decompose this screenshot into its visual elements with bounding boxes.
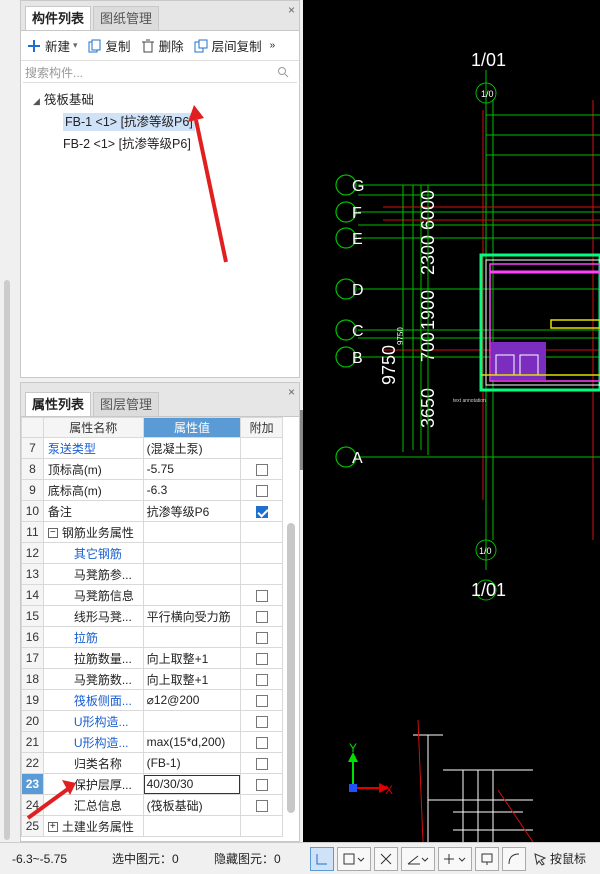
offset-toggle[interactable] <box>438 846 472 871</box>
elevation-range: -6.3~-5.75 <box>12 851 68 866</box>
offset-icon <box>444 853 466 864</box>
cross-icon <box>380 853 392 864</box>
display-icon <box>481 853 493 865</box>
arc-icon <box>508 853 520 864</box>
status-bar: -6.3~-5.75 选中图元：0 隐藏图元：0 按鼠标 <box>0 842 600 874</box>
hidden-count: 隐藏图元：0 <box>214 852 281 866</box>
selected-count: 选中图元：0 <box>112 852 179 866</box>
snap-icon <box>343 853 365 864</box>
annotation-arrows <box>26 105 228 820</box>
angle-toggle[interactable] <box>401 846 435 871</box>
snap-toggle[interactable] <box>337 846 371 871</box>
cross-toggle[interactable] <box>374 846 398 871</box>
display-toggle[interactable] <box>475 846 499 871</box>
ortho-toggle[interactable] <box>310 846 334 871</box>
mouse-mode-label: 按鼠标 <box>550 852 587 866</box>
angle-icon <box>407 855 429 864</box>
cursor-icon <box>534 852 547 866</box>
ortho-icon <box>316 853 327 864</box>
arc-toggle[interactable] <box>502 846 526 871</box>
